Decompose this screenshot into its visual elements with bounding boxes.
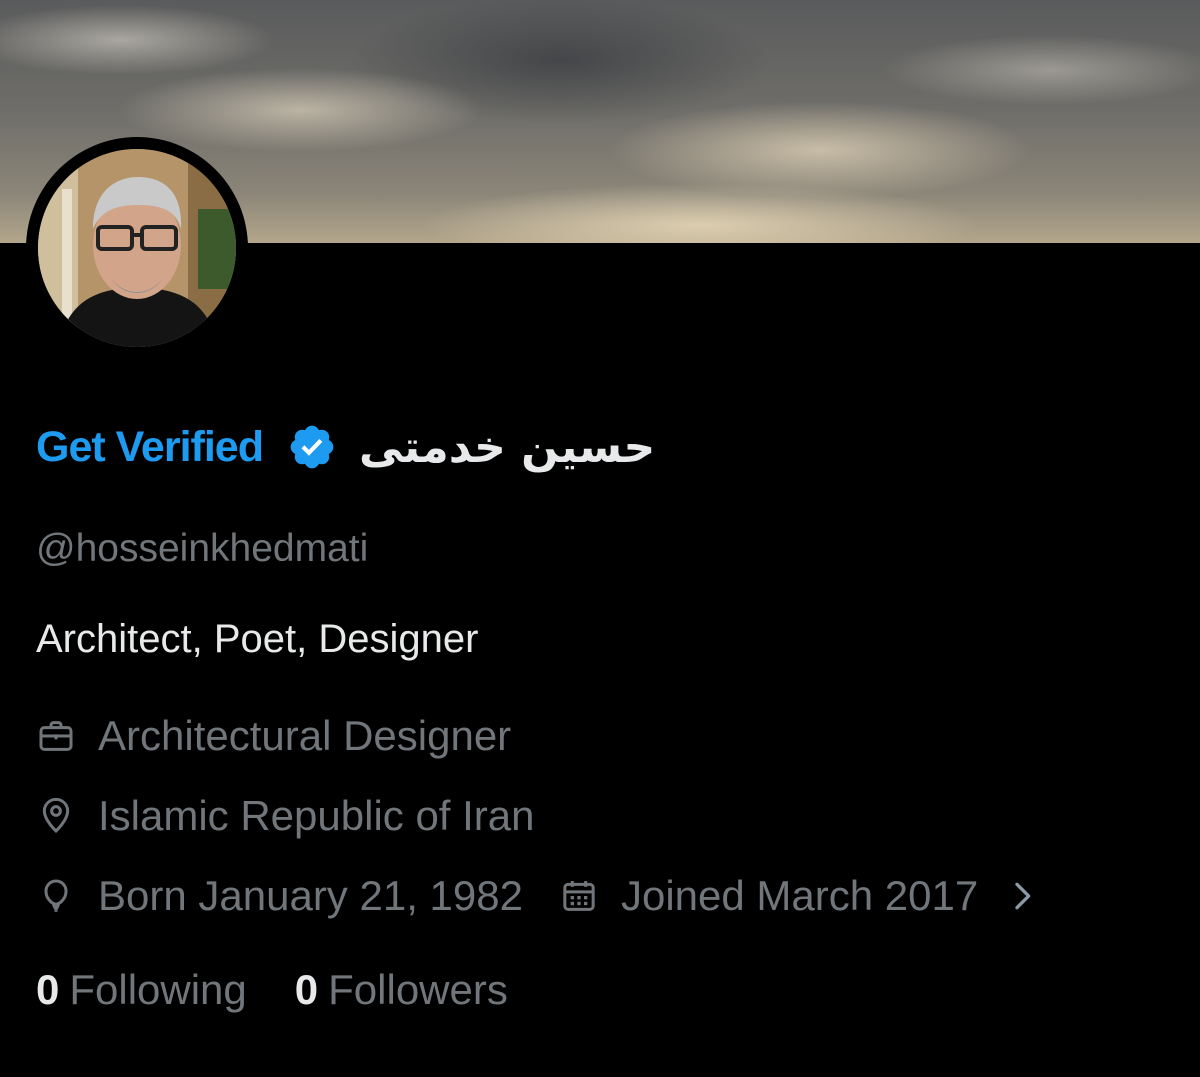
profession-text: Architectural Designer — [98, 712, 512, 759]
profile-bio: Architect, Poet, Designer — [36, 617, 479, 661]
chevron-right-icon[interactable] — [1002, 876, 1042, 916]
get-verified-link[interactable]: Get Verified — [36, 423, 264, 472]
following-label: Following — [69, 966, 247, 1013]
dates-row: Born January 21, 1982 Joined March 2017 — [36, 872, 1042, 920]
location-row: Islamic Republic of Iran — [36, 792, 535, 840]
name-row: Get Verified حسین خدمتی — [36, 412, 655, 482]
followers-link[interactable]: 0 Followers — [295, 966, 508, 1014]
location-text: Islamic Republic of Iran — [98, 792, 535, 839]
birthday-text: Born January 21, 1982 — [98, 872, 523, 919]
avatar[interactable] — [38, 149, 236, 347]
briefcase-icon — [36, 716, 76, 756]
joined-text: Joined March 2017 — [620, 872, 979, 919]
balloon-icon — [36, 876, 76, 916]
profession-row: Architectural Designer — [36, 712, 511, 760]
following-count: 0 — [36, 966, 60, 1013]
verified-badge-icon[interactable] — [287, 422, 337, 472]
display-name: حسین خدمتی — [358, 421, 656, 473]
user-handle: @hosseinkhedmati — [36, 527, 369, 570]
followers-count: 0 — [294, 966, 319, 1013]
calendar-icon — [559, 876, 599, 916]
follow-stats: 0 Following 0 Followers — [36, 966, 508, 1014]
following-link[interactable]: 0 Following — [36, 966, 247, 1014]
followers-label: Followers — [328, 966, 508, 1013]
location-pin-icon — [36, 796, 76, 836]
